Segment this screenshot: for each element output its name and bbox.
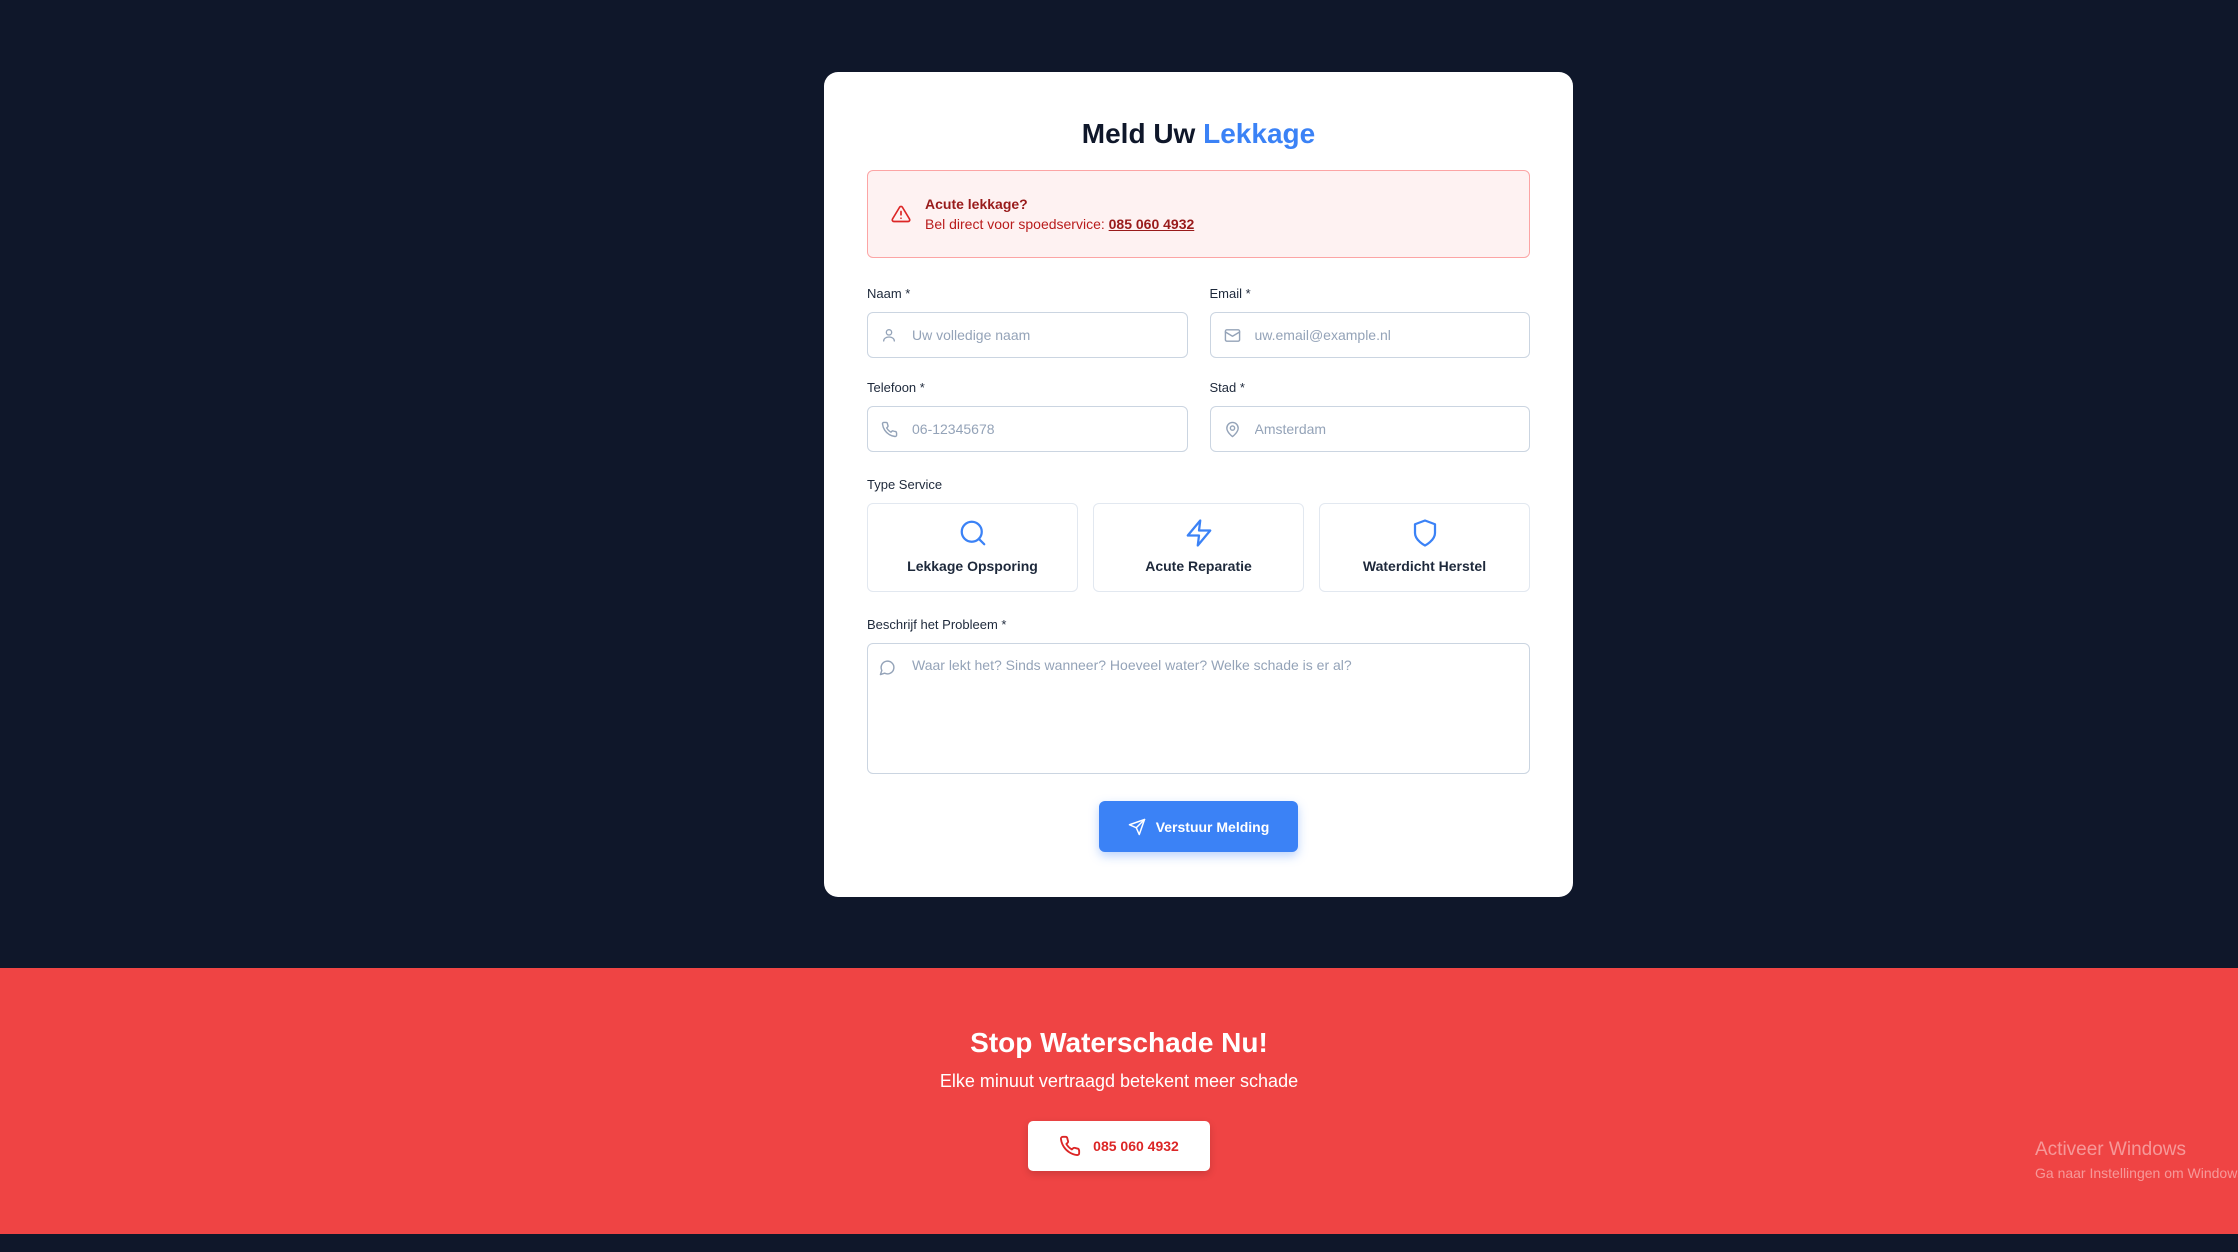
phone-input[interactable] bbox=[868, 407, 1187, 451]
description-label: Beschrijf het Probleem * bbox=[867, 617, 1007, 632]
urgent-alert: Acute lekkage? Bel direct voor spoedserv… bbox=[867, 170, 1530, 258]
phone-icon bbox=[881, 421, 899, 439]
leak-report-form: Meld Uw Lekkage Acute lekkage? Bel direc… bbox=[824, 72, 1573, 897]
city-input[interactable] bbox=[1210, 407, 1529, 451]
phone-label: Telefoon * bbox=[867, 380, 925, 395]
message-icon bbox=[879, 659, 897, 677]
name-input[interactable] bbox=[868, 313, 1187, 357]
shield-icon bbox=[1410, 518, 1440, 548]
description-wrapper bbox=[867, 643, 1530, 774]
call-button[interactable]: 085 060 4932 bbox=[1028, 1121, 1210, 1171]
cta-banner: Stop Waterschade Nu! Elke minuut vertraa… bbox=[0, 968, 2238, 1234]
mail-icon bbox=[1224, 327, 1242, 345]
service-option-label: Acute Reparatie bbox=[1145, 558, 1252, 574]
service-option-label: Lekkage Opsporing bbox=[907, 558, 1038, 574]
service-option-waterproof-repair[interactable]: Waterdicht Herstel bbox=[1319, 503, 1530, 592]
service-type-label: Type Service bbox=[867, 477, 943, 492]
alert-phone-link[interactable]: 085 060 4932 bbox=[1109, 216, 1195, 232]
lightning-icon bbox=[1184, 518, 1214, 548]
watermark-title: Activeer Windows bbox=[2035, 1139, 2186, 1160]
description-textarea[interactable] bbox=[868, 644, 1529, 773]
watermark-subtitle: Ga naar Instellingen om Windows te activ… bbox=[2035, 1165, 2238, 1181]
service-option-label: Waterdicht Herstel bbox=[1362, 558, 1487, 574]
email-input[interactable] bbox=[1210, 313, 1529, 357]
phone-icon bbox=[1059, 1135, 1081, 1157]
page: Meld Uw Lekkage Acute lekkage? Bel direc… bbox=[0, 0, 2238, 1252]
windows-activation-watermark: Activeer Windows Ga naar Instellingen om… bbox=[2035, 1139, 2238, 1183]
form-title-accent: Lekkage bbox=[1203, 118, 1316, 149]
city-field-group: Stad * bbox=[1209, 380, 1530, 452]
email-field-group: Email * bbox=[1209, 286, 1530, 358]
phone-field-group: Telefoon * bbox=[867, 380, 1188, 452]
city-input-wrapper bbox=[1209, 406, 1530, 452]
name-field-group: Naam * bbox=[867, 286, 1188, 358]
service-type-options: Lekkage Opsporing Acute Reparatie Waterd… bbox=[867, 503, 1530, 592]
city-label: Stad * bbox=[1209, 380, 1245, 395]
form-title: Meld Uw Lekkage bbox=[867, 114, 1530, 164]
name-label: Naam * bbox=[867, 286, 911, 301]
search-icon bbox=[958, 518, 988, 548]
email-label: Email * bbox=[1209, 286, 1251, 301]
banner-title: Stop Waterschade Nu! bbox=[970, 1027, 1268, 1058]
alert-heading: Acute lekkage? bbox=[925, 196, 1028, 212]
user-icon bbox=[881, 327, 899, 345]
form-title-main: Meld Uw bbox=[1081, 118, 1196, 149]
warning-triangle-icon bbox=[891, 204, 911, 224]
email-input-wrapper bbox=[1209, 312, 1530, 358]
name-input-wrapper bbox=[867, 312, 1188, 358]
alert-body: Bel direct voor spoedservice: 085 060 49… bbox=[925, 214, 1194, 234]
service-option-leak-detection[interactable]: Lekkage Opsporing bbox=[867, 503, 1078, 592]
submit-button[interactable]: Verstuur Melding bbox=[1099, 801, 1298, 852]
service-option-acute-repair[interactable]: Acute Reparatie bbox=[1093, 503, 1304, 592]
banner-subtitle: Elke minuut vertraagd betekent meer scha… bbox=[939, 1071, 1299, 1091]
phone-input-wrapper bbox=[867, 406, 1188, 452]
alert-text: Bel direct voor spoedservice: bbox=[925, 216, 1109, 232]
submit-label: Verstuur Melding bbox=[1155, 818, 1270, 835]
send-icon bbox=[1128, 818, 1146, 836]
map-pin-icon bbox=[1224, 421, 1242, 439]
call-button-label: 085 060 4932 bbox=[1093, 1138, 1179, 1154]
